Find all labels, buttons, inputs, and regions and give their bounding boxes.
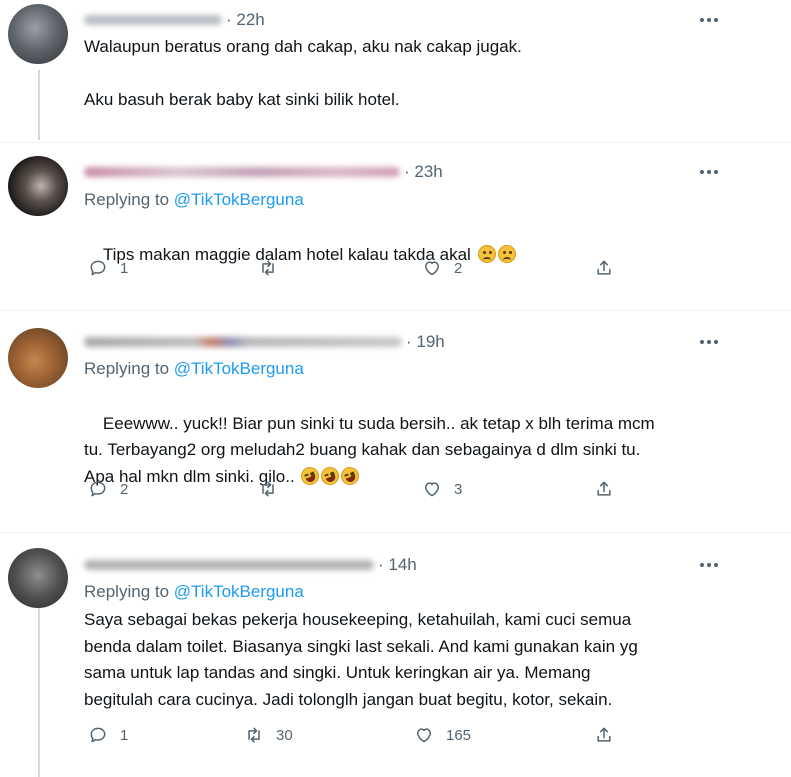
tweet-time[interactable]: · 19h xyxy=(406,332,445,352)
reply-button[interactable]: 2 xyxy=(88,477,128,501)
replying-prefix: Replying to xyxy=(84,359,174,378)
tweet-text: Walaupun beratus orang dah cakap, aku na… xyxy=(84,37,522,109)
avatar[interactable] xyxy=(8,548,68,608)
author-row: · 23h xyxy=(84,160,443,184)
retweet-button[interactable] xyxy=(258,256,290,280)
tweet-actions: 2 3 xyxy=(84,477,644,501)
more-options-icon[interactable] xyxy=(694,555,724,575)
author-name-redacted[interactable] xyxy=(84,167,400,177)
replying-handle-link[interactable]: @TikTokBerguna xyxy=(174,359,304,378)
share-icon xyxy=(597,260,611,275)
tweet-time[interactable]: · 23h xyxy=(404,162,443,182)
heart-icon xyxy=(417,728,431,743)
tweet-actions: 1 30 165 xyxy=(84,723,644,747)
author-row: · 22h xyxy=(84,8,265,32)
reply-bubble-icon xyxy=(90,260,106,276)
like-count: 165 xyxy=(446,726,472,744)
replying-to: Replying to @TikTokBerguna xyxy=(84,359,304,379)
retweet-button[interactable]: 30 xyxy=(244,723,293,747)
tweet-text-content: Eeewww.. yuck!! Biar pun sinki tu suda b… xyxy=(84,413,655,486)
retweet-icon xyxy=(262,260,274,276)
tweet-time[interactable]: · 22h xyxy=(226,10,265,30)
like-button[interactable]: 3 xyxy=(422,477,462,501)
tweet-text: Tips makan maggie dalam hotel kalau takd… xyxy=(84,215,764,295)
retweet-count: 30 xyxy=(276,726,293,744)
retweet-button[interactable] xyxy=(258,477,290,501)
like-count: 2 xyxy=(454,259,463,277)
share-icon xyxy=(597,727,611,742)
avatar[interactable] xyxy=(8,328,68,388)
share-button[interactable] xyxy=(594,256,614,280)
author-name-redacted[interactable] xyxy=(84,337,402,347)
reply-button[interactable]: 1 xyxy=(88,723,128,747)
author-row: · 14h xyxy=(84,553,417,577)
more-options-icon[interactable] xyxy=(694,10,724,30)
retweet-icon xyxy=(262,481,274,497)
tweet[interactable]: · 14h Replying to @TikTokBerguna Saya se… xyxy=(0,533,791,777)
tweet[interactable]: · 19h Replying to @TikTokBerguna Eeewww.… xyxy=(0,311,791,531)
more-options-icon[interactable] xyxy=(694,332,724,352)
replying-prefix: Replying to xyxy=(84,582,174,601)
share-button[interactable] xyxy=(594,723,614,747)
replying-handle-link[interactable]: @TikTokBerguna xyxy=(174,190,304,209)
replying-to: Replying to @TikTokBerguna xyxy=(84,190,304,210)
reply-bubble-icon xyxy=(90,481,106,497)
replying-handle-link[interactable]: @TikTokBerguna xyxy=(174,582,304,601)
reply-count: 2 xyxy=(120,480,129,498)
retweet-icon xyxy=(248,727,260,743)
author-name-redacted[interactable] xyxy=(84,560,374,570)
tweet-time[interactable]: · 14h xyxy=(378,555,417,575)
reply-count: 1 xyxy=(120,259,129,277)
like-count: 3 xyxy=(454,480,463,498)
heart-icon xyxy=(425,482,439,497)
share-button[interactable] xyxy=(594,477,614,501)
replying-prefix: Replying to xyxy=(84,190,174,209)
more-options-icon[interactable] xyxy=(694,162,724,182)
tweet-text: Saya sebagai bekas pekerja housekeeping,… xyxy=(84,610,638,709)
author-name-redacted[interactable] xyxy=(84,15,222,25)
share-icon xyxy=(597,481,611,496)
reply-bubble-icon xyxy=(90,727,106,743)
replying-to: Replying to @TikTokBerguna xyxy=(84,582,304,602)
like-button[interactable]: 2 xyxy=(422,256,462,280)
like-button[interactable]: 165 xyxy=(414,723,471,747)
reply-button[interactable]: 1 xyxy=(88,256,128,280)
tweet[interactable]: · 22h Walaupun beratus orang dah cakap, … xyxy=(0,0,791,140)
tweet[interactable]: · 23h Replying to @TikTokBerguna Tips ma… xyxy=(0,143,791,303)
avatar[interactable] xyxy=(8,156,68,216)
avatar[interactable] xyxy=(8,4,68,64)
heart-icon xyxy=(425,261,439,276)
author-row: · 19h xyxy=(84,330,445,354)
tweet-actions: 1 2 xyxy=(84,256,644,280)
reply-count: 1 xyxy=(120,726,129,744)
